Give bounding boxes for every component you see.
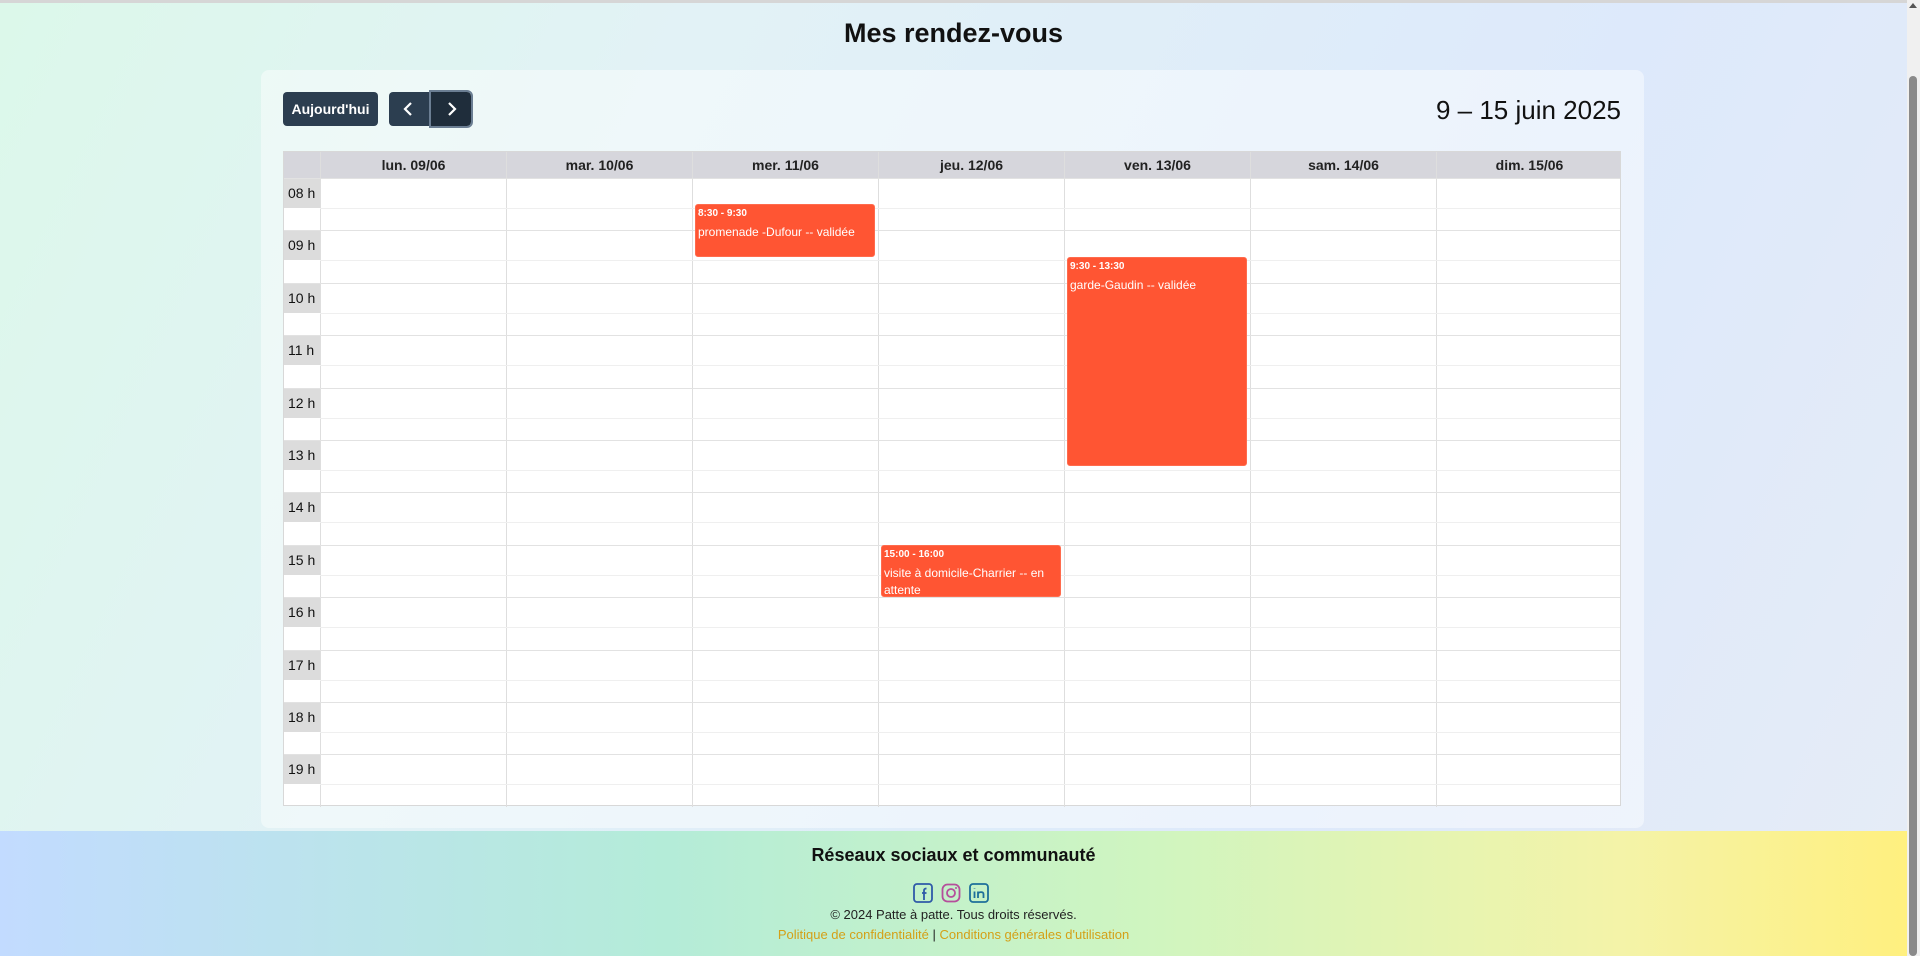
day-header: mer. 11/06 xyxy=(692,152,878,178)
event-time: 15:00 - 16:00 xyxy=(884,548,945,560)
day-column-divider xyxy=(1436,152,1437,807)
event-title: garde-Gaudin -- validée xyxy=(1070,277,1197,292)
hour-label: 08 h xyxy=(284,178,320,208)
hour-line xyxy=(284,649,1620,651)
footer-title: Réseaux sociaux et communauté xyxy=(811,845,1096,865)
event-time: 9:30 - 13:30 xyxy=(1070,260,1125,272)
social-links xyxy=(913,883,989,903)
hour-label: 12 h xyxy=(284,387,320,418)
date-range-title: 9 – 15 juin 2025 xyxy=(1435,95,1621,125)
page-scrollbar[interactable] xyxy=(1907,0,1920,956)
scroll-up-arrow[interactable] xyxy=(1909,3,1917,8)
chevron-right-icon xyxy=(448,102,457,116)
nav-button-group xyxy=(389,90,473,128)
half-hour-line xyxy=(320,470,1620,471)
calendar-event[interactable]: 9:30 - 13:30 garde-Gaudin -- validée xyxy=(1067,256,1247,467)
day-header: dim. 15/06 xyxy=(1436,152,1622,178)
half-hour-line xyxy=(320,732,1620,733)
hour-label: 15 h xyxy=(284,544,320,575)
chevron-left-icon xyxy=(403,102,412,116)
day-column-divider xyxy=(692,152,693,807)
top-border xyxy=(0,0,1907,3)
day-header: jeu. 12/06 xyxy=(878,152,1064,178)
day-column-divider xyxy=(878,152,879,807)
hour-line xyxy=(284,282,1620,284)
day-header: mar. 10/06 xyxy=(506,152,692,178)
half-hour-line xyxy=(320,260,1620,262)
hour-label: 16 h xyxy=(284,597,320,628)
calendar-event[interactable]: 15:00 - 16:00 visite à domicile-Charrier … xyxy=(881,544,1061,598)
copyright-text: © 2024 Patte à patte. Tous droits réserv… xyxy=(830,907,1077,922)
today-button[interactable]: Aujourd'hui xyxy=(283,92,378,126)
day-column-divider xyxy=(1250,152,1251,807)
week-calendar: lun. 09/06 mar. 10/06 mer. 11/06 jeu. 12/06… xyxy=(283,151,1621,807)
half-hour-line xyxy=(320,522,1620,524)
facebook-icon[interactable] xyxy=(913,883,933,903)
linkedin-icon[interactable] xyxy=(969,883,989,903)
day-column-divider xyxy=(506,152,507,807)
day-column-divider xyxy=(1064,152,1065,807)
privacy-link[interactable]: Politique de confidentialité xyxy=(778,927,929,942)
hour-line xyxy=(284,754,1620,756)
hour-label: 11 h xyxy=(284,335,320,366)
half-hour-line xyxy=(320,312,1620,314)
day-column-divider xyxy=(320,152,321,807)
day-header: lun. 09/06 xyxy=(320,152,506,178)
hour-line xyxy=(284,702,1620,703)
instagram-icon[interactable] xyxy=(941,883,961,903)
footer: Réseaux sociaux et communauté © 2024 Pat… xyxy=(0,831,1907,956)
hour-label: 13 h xyxy=(284,440,320,470)
hour-label: 17 h xyxy=(284,649,320,680)
day-header-row: lun. 09/06 mar. 10/06 mer. 11/06 jeu. 12/06… xyxy=(284,152,1620,178)
page-title: Mes rendez-vous xyxy=(843,18,1064,48)
event-title: promenade -Dufour -- validée xyxy=(698,225,855,240)
hour-label: 18 h xyxy=(284,702,320,732)
next-week-button[interactable] xyxy=(429,90,473,128)
half-hour-line xyxy=(320,679,1620,681)
hour-label: 10 h xyxy=(284,282,320,313)
half-hour-line xyxy=(320,784,1620,786)
hour-line xyxy=(284,440,1620,441)
hour-label: 14 h xyxy=(284,492,320,523)
half-hour-line xyxy=(320,417,1620,419)
event-time: 8:30 - 9:30 xyxy=(698,208,747,220)
day-header: sam. 14/06 xyxy=(1250,152,1436,178)
hour-label: 19 h xyxy=(284,754,320,785)
footer-links: Politique de confidentialité | Condition… xyxy=(0,927,1907,942)
hour-label: 09 h xyxy=(284,230,320,261)
day-header: ven. 13/06 xyxy=(1064,152,1250,178)
link-separator: | xyxy=(932,927,936,942)
hour-line xyxy=(284,178,1620,179)
previous-week-button[interactable] xyxy=(389,92,429,126)
event-title: visite à domicile-Charrier -- en attente xyxy=(884,565,1045,597)
hour-line xyxy=(284,387,1620,389)
hour-line xyxy=(284,492,1620,494)
scroll-thumb[interactable] xyxy=(1909,76,1917,956)
half-hour-line xyxy=(320,627,1620,629)
calendar-event[interactable]: 8:30 - 9:30 promenade -Dufour -- validée xyxy=(695,204,875,257)
hour-line xyxy=(284,597,1620,599)
half-hour-line xyxy=(320,208,1620,209)
hour-line xyxy=(284,335,1620,337)
hour-line xyxy=(284,230,1620,232)
terms-link[interactable]: Conditions générales d'utilisation xyxy=(940,927,1130,942)
half-hour-line xyxy=(320,365,1620,367)
